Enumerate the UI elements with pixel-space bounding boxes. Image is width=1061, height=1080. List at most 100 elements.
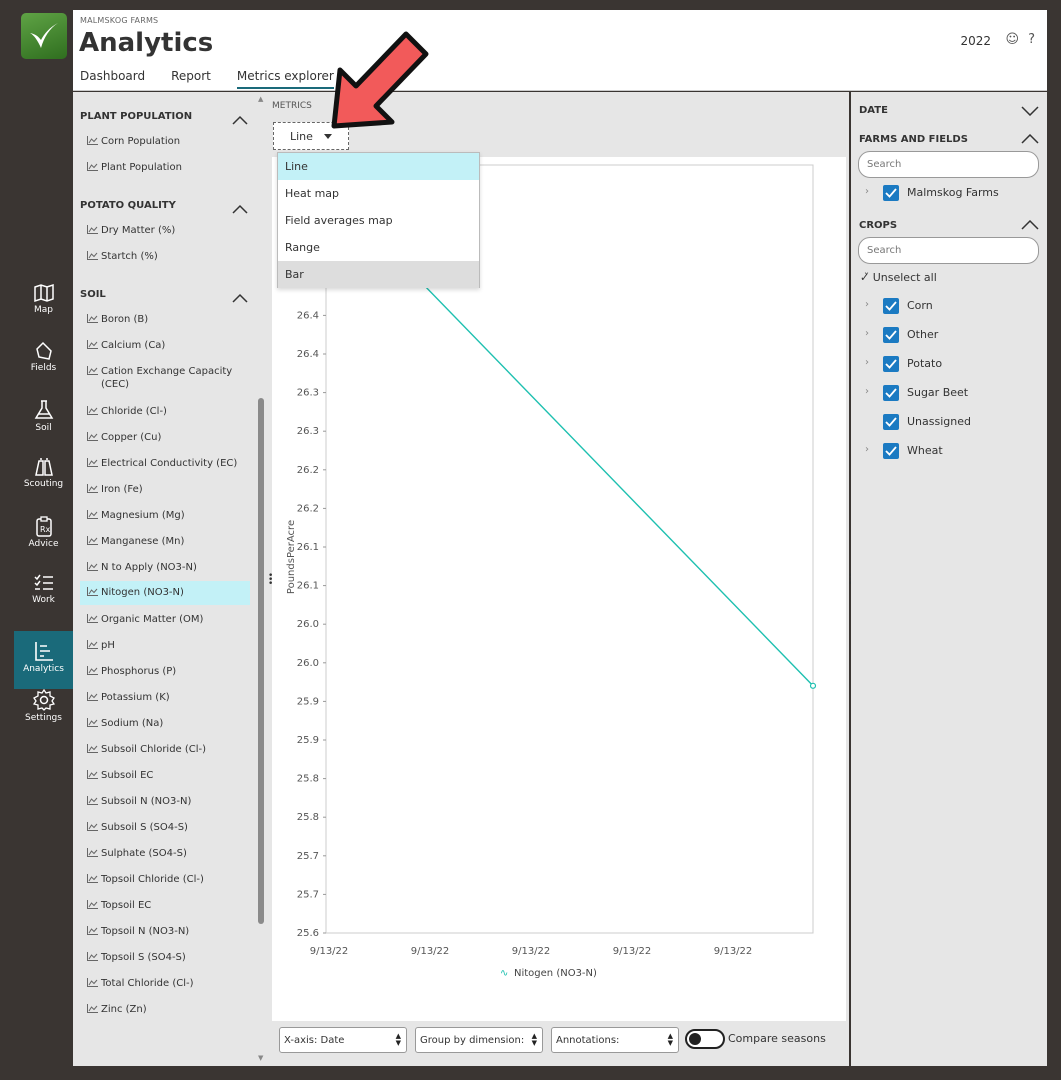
scroll-down-icon[interactable]: ▼ — [258, 1054, 263, 1062]
metric-item[interactable]: Dry Matter (%) — [81, 224, 251, 237]
help-icon[interactable]: ? — [1028, 32, 1035, 47]
section-title[interactable]: PLANT POPULATION — [80, 111, 192, 122]
nav-item-map[interactable]: Map — [14, 283, 73, 341]
metric-item[interactable]: Subsoil S (SO4-S) — [81, 821, 251, 834]
farms-section-title[interactable]: FARMS AND FIELDS — [859, 134, 968, 145]
app-logo[interactable] — [21, 13, 67, 59]
metric-item[interactable]: Organic Matter (OM) — [81, 613, 251, 626]
dropdown-option[interactable]: Bar — [278, 261, 479, 288]
nav-item-soil[interactable]: Soil — [14, 399, 73, 457]
crops-section-title[interactable]: CROPS — [859, 220, 897, 231]
y-tick-label: 25.9 — [297, 735, 319, 746]
metric-item[interactable]: Cation Exchange Capacity (CEC) — [81, 365, 251, 391]
crop-name: Unassigned — [907, 415, 971, 428]
chevron-right-icon[interactable]: › — [865, 444, 869, 455]
crop-name: Potato — [907, 357, 943, 370]
metric-item[interactable]: Phosphorus (P) — [81, 665, 251, 678]
compare-seasons-toggle[interactable] — [685, 1029, 725, 1049]
nav-item-fields[interactable]: Fields — [14, 341, 73, 399]
checkbox-checked[interactable] — [883, 356, 899, 372]
nav-item-scouting[interactable]: Scouting — [14, 457, 73, 515]
section-title[interactable]: SOIL — [80, 289, 106, 300]
metric-item[interactable]: Sulphate (SO4-S) — [81, 847, 251, 860]
metric-label: Plant Population — [101, 162, 182, 173]
dropdown-option[interactable]: Heat map — [278, 180, 479, 207]
checkbox-checked[interactable] — [883, 385, 899, 401]
resize-handle-left[interactable]: • • • — [268, 572, 273, 589]
metric-item[interactable]: Zinc (Zn) — [81, 1003, 251, 1016]
metric-item[interactable]: Corn Population — [81, 135, 251, 148]
scroll-thumb[interactable] — [258, 398, 264, 924]
chevron-right-icon[interactable]: › — [865, 357, 869, 368]
group-by-select[interactable]: Group by dimension: ▲ ▼ — [415, 1027, 543, 1053]
metric-item[interactable]: Calcium (Ca) — [81, 339, 251, 352]
legend-label[interactable]: Nitogen (NO3-N) — [514, 968, 597, 979]
metric-label: Dry Matter (%) — [101, 225, 176, 236]
metric-item[interactable]: pH — [81, 639, 251, 652]
metric-label: Cation Exchange Capacity (CEC) — [101, 366, 233, 390]
metric-item[interactable]: Total Chloride (Cl-) — [81, 977, 251, 990]
metric-item[interactable]: Electrical Conductivity (EC) — [81, 457, 251, 470]
scroll-up-icon[interactable]: ▲ — [258, 95, 263, 103]
spinner-icon: ▲ ▼ — [395, 1032, 401, 1047]
data-point[interactable] — [809, 682, 817, 689]
metric-item[interactable]: Chloride (Cl-) — [81, 405, 251, 418]
metric-item[interactable]: Magnesium (Mg) — [81, 509, 251, 522]
smiley-icon[interactable]: ☺ — [1005, 32, 1019, 47]
checkbox-checked[interactable] — [883, 185, 899, 201]
y-tick-label: 25.9 — [297, 696, 319, 707]
section-title[interactable]: POTATO QUALITY — [80, 200, 176, 211]
chevron-right-icon[interactable]: › — [865, 299, 869, 310]
metric-item[interactable]: Subsoil EC — [81, 769, 251, 782]
metric-item[interactable]: Sodium (Na) — [81, 717, 251, 730]
farms-search-input[interactable]: Search — [858, 151, 1039, 178]
metric-item[interactable]: Subsoil N (NO3-N) — [81, 795, 251, 808]
chevron-up-icon[interactable] — [232, 110, 248, 125]
unselect-all-button[interactable]: ✓̌ Unselect all — [860, 271, 937, 284]
metric-item[interactable]: N to Apply (NO3-N) — [81, 561, 251, 574]
metric-item[interactable]: Topsoil N (NO3-N) — [81, 925, 251, 938]
chevron-right-icon[interactable]: › — [865, 328, 869, 339]
chevron-up-icon[interactable] — [1021, 220, 1039, 230]
sidebar-scrollbar[interactable]: ▲ ▼ — [255, 92, 269, 1066]
tab-report[interactable]: Report — [171, 69, 211, 89]
checkbox-checked[interactable] — [883, 414, 899, 430]
metric-item[interactable]: Startch (%) — [81, 250, 251, 263]
metric-item[interactable]: Nitogen (NO3-N) — [80, 581, 250, 605]
metric-item[interactable]: Potassium (K) — [81, 691, 251, 704]
chevron-down-icon[interactable] — [1021, 106, 1039, 116]
chevron-right-icon[interactable]: › — [865, 186, 869, 197]
metric-item[interactable]: Boron (B) — [81, 313, 251, 326]
chevron-up-icon[interactable] — [232, 288, 248, 303]
filter-panel: DATE FARMS AND FIELDS Search › Malmskog … — [851, 92, 1047, 1066]
date-section-title[interactable]: DATE — [859, 105, 888, 116]
metric-item[interactable]: Subsoil Chloride (Cl-) — [81, 743, 251, 756]
metric-label: Startch (%) — [101, 251, 158, 262]
checkbox-checked[interactable] — [883, 443, 899, 459]
line-chart-icon — [87, 340, 98, 353]
metric-item[interactable]: Topsoil EC — [81, 899, 251, 912]
season-year[interactable]: 2022 — [960, 34, 991, 48]
checkbox-checked[interactable] — [883, 298, 899, 314]
chevron-up-icon[interactable] — [232, 199, 248, 214]
annotations-select[interactable]: Annotations: ▲ ▼ — [551, 1027, 679, 1053]
tab-dashboard[interactable]: Dashboard — [80, 69, 145, 89]
chevron-right-icon[interactable]: › — [865, 386, 869, 397]
checkbox-checked[interactable] — [883, 327, 899, 343]
metric-item[interactable]: Topsoil S (SO4-S) — [81, 951, 251, 964]
dropdown-option[interactable]: Range — [278, 234, 479, 261]
nav-item-advice[interactable]: Rx Advice — [14, 515, 73, 573]
nav-item-work[interactable]: Work — [14, 573, 73, 631]
nav-item-analytics[interactable]: Analytics — [14, 631, 73, 689]
metric-item[interactable]: Plant Population — [81, 161, 251, 174]
metric-item[interactable]: Manganese (Mn) — [81, 535, 251, 548]
metric-item[interactable]: Iron (Fe) — [81, 483, 251, 496]
dropdown-option[interactable]: Field averages map — [278, 207, 479, 234]
metric-item[interactable]: Copper (Cu) — [81, 431, 251, 444]
crops-search-input[interactable]: Search — [858, 237, 1039, 264]
xaxis-select[interactable]: X-axis: Date ▲ ▼ — [279, 1027, 407, 1053]
nav-item-settings[interactable]: Settings — [14, 689, 73, 747]
chevron-up-icon[interactable] — [1021, 134, 1039, 144]
dropdown-option[interactable]: Line — [278, 153, 479, 180]
metric-item[interactable]: Topsoil Chloride (Cl-) — [81, 873, 251, 886]
